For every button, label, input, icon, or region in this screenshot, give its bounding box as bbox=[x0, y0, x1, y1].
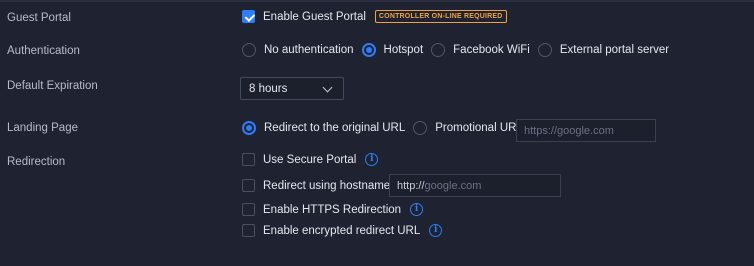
redirection-label: Redirection bbox=[7, 156, 66, 168]
redirect-hostname-row: Redirect using hostname bbox=[242, 179, 390, 192]
hostname-prefix: http:// bbox=[397, 179, 425, 192]
landing-page-options: Redirect to the original URL Promotional… bbox=[242, 121, 523, 135]
redirect-hostname-checkbox[interactable] bbox=[242, 179, 255, 192]
https-redirection-checkbox[interactable] bbox=[242, 203, 255, 216]
encrypted-redirect-text[interactable]: Enable encrypted redirect URL bbox=[263, 225, 420, 237]
auth-facebook-radio[interactable] bbox=[431, 43, 446, 57]
chevron-down-icon bbox=[322, 82, 333, 93]
expiration-value: 8 hours bbox=[249, 82, 288, 95]
info-icon[interactable]: i bbox=[410, 203, 424, 216]
auth-hotspot-label[interactable]: Hotspot bbox=[384, 44, 424, 56]
authentication-options: No authentication Hotspot Facebook WiFi … bbox=[242, 43, 669, 57]
promotional-url-input[interactable]: https://google.com bbox=[516, 119, 656, 142]
expiration-select[interactable]: 8 hours bbox=[240, 77, 344, 100]
landing-promotional-label[interactable]: Promotional URL bbox=[435, 122, 523, 134]
secure-portal-row: Use Secure Portal i bbox=[242, 153, 379, 166]
landing-original-radio[interactable] bbox=[242, 121, 256, 135]
auth-external-radio[interactable] bbox=[537, 43, 552, 57]
top-divider bbox=[0, 0, 754, 2]
auth-none-label[interactable]: No authentication bbox=[264, 44, 354, 56]
enable-guest-portal-checkbox[interactable] bbox=[242, 10, 255, 23]
info-icon[interactable]: i bbox=[365, 153, 379, 166]
authentication-label: Authentication bbox=[7, 45, 80, 57]
secure-portal-text[interactable]: Use Secure Portal bbox=[263, 154, 356, 166]
controller-required-badge: CONTROLLER ON-LINE REQUIRED bbox=[374, 10, 507, 23]
landing-promotional-radio[interactable] bbox=[413, 121, 428, 135]
hostname-placeholder: google.com bbox=[424, 179, 482, 192]
auth-none-radio[interactable] bbox=[242, 43, 256, 57]
landing-original-label[interactable]: Redirect to the original URL bbox=[264, 122, 405, 134]
auth-hotspot-radio[interactable] bbox=[361, 43, 376, 57]
guest-portal-row: Enable Guest Portal CONTROLLER ON-LINE R… bbox=[242, 10, 507, 23]
hostname-input[interactable]: http://google.com bbox=[389, 174, 561, 197]
encrypted-redirect-row: Enable encrypted redirect URL i bbox=[242, 224, 443, 237]
secure-portal-checkbox[interactable] bbox=[242, 153, 255, 166]
promotional-url-placeholder: https://google.com bbox=[524, 124, 614, 137]
auth-external-label[interactable]: External portal server bbox=[560, 44, 669, 56]
auth-facebook-label[interactable]: Facebook WiFi bbox=[453, 44, 530, 56]
default-expiration-label: Default Expiration bbox=[7, 80, 98, 92]
https-redirection-row: Enable HTTPS Redirection i bbox=[242, 203, 424, 216]
redirect-hostname-text[interactable]: Redirect using hostname bbox=[263, 180, 390, 192]
https-redirection-text[interactable]: Enable HTTPS Redirection bbox=[263, 204, 401, 216]
guest-portal-label: Guest Portal bbox=[7, 12, 71, 24]
encrypted-redirect-checkbox[interactable] bbox=[242, 224, 255, 237]
landing-page-label: Landing Page bbox=[7, 122, 78, 134]
info-icon[interactable]: i bbox=[429, 224, 443, 237]
enable-guest-portal-text[interactable]: Enable Guest Portal bbox=[263, 11, 366, 23]
